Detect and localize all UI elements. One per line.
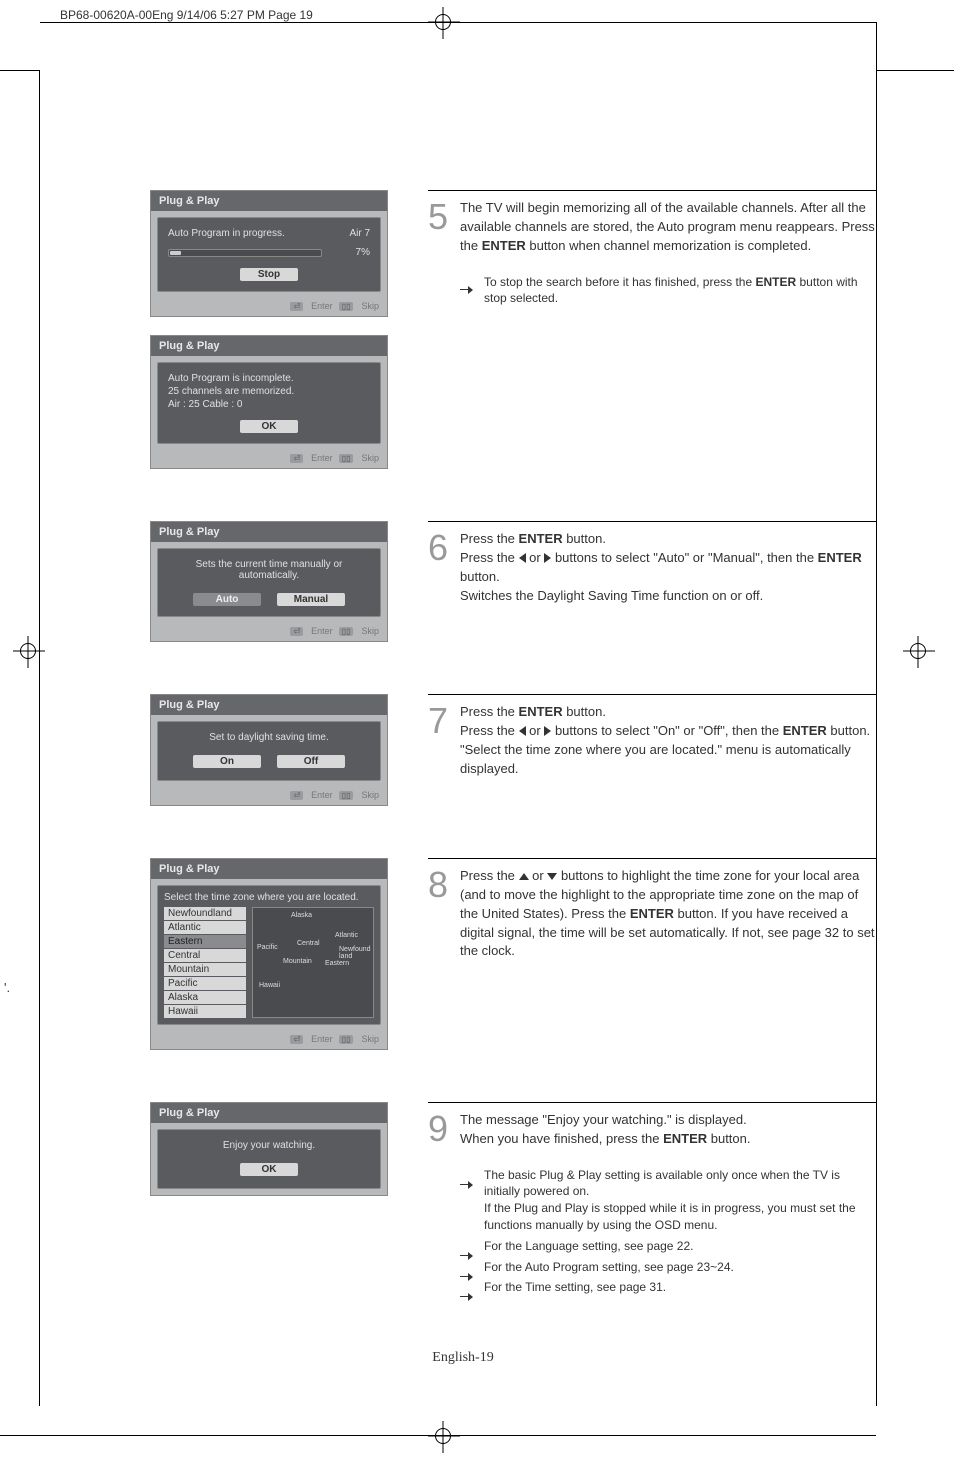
manual-button: Manual [277, 593, 345, 606]
osd-message: Select the time zone where you are locat… [164, 892, 374, 903]
osd-title: Plug & Play [151, 1103, 387, 1123]
osd-title: Plug & Play [151, 336, 387, 356]
osd-footer: ⏎Enter▯▯Skip [151, 298, 387, 316]
tz-item: Alaska [164, 991, 246, 1004]
step-row-7: Plug & Play Set to daylight saving time.… [150, 694, 876, 806]
step-number: 7 [428, 703, 452, 739]
osd-screenshot-5b: Plug & Play Auto Program is incomplete. … [150, 335, 388, 469]
osd-footer: ⏎Enter▯▯Skip [151, 787, 387, 805]
auto-button: Auto [193, 593, 261, 606]
timezone-map: Alaska Pacific Central Atlantic Mountain… [252, 907, 374, 1018]
osd-screenshot-7: Plug & Play Set to daylight saving time.… [150, 694, 388, 806]
step-text: The TV will begin memorizing all of the … [460, 199, 876, 311]
osd-screenshot-6: Plug & Play Sets the current time manual… [150, 521, 388, 642]
osd-message: Sets the current time manually or automa… [168, 559, 370, 581]
page-content: Plug & Play Auto Program in progress. Ai… [50, 190, 876, 1300]
osd-title: Plug & Play [151, 859, 387, 879]
tz-item: Mountain [164, 963, 246, 976]
off-button: Off [277, 755, 345, 768]
osd-line: 25 channels are memorized. [168, 386, 370, 397]
osd-footer: ⏎Enter▯▯Skip [151, 450, 387, 468]
step-number: 5 [428, 199, 452, 235]
osd-channel: Air 7 [330, 228, 370, 241]
osd-title: Plug & Play [151, 695, 387, 715]
stop-button: Stop [240, 268, 298, 281]
step-number: 9 [428, 1111, 452, 1147]
down-arrow-icon [547, 873, 557, 880]
osd-title: Plug & Play [151, 191, 387, 211]
timezone-list: Newfoundland Atlantic Eastern Central Mo… [164, 907, 246, 1018]
osd-title: Plug & Play [151, 522, 387, 542]
osd-line: Auto Program is incomplete. [168, 373, 370, 384]
ok-button: OK [240, 1163, 298, 1176]
osd-line: Air : 25 Cable : 0 [168, 399, 370, 410]
tz-item: Atlantic [164, 921, 246, 934]
crop-mark [0, 1435, 876, 1436]
osd-message: Enjoy your watching. [168, 1140, 370, 1151]
step-row-8: Plug & Play Select the time zone where y… [150, 858, 876, 1050]
up-arrow-icon [519, 873, 529, 880]
tz-item: Hawaii [164, 1005, 246, 1018]
step-text: The message "Enjoy your watching." is di… [460, 1111, 876, 1300]
osd-message: Set to daylight saving time. [168, 732, 370, 743]
on-button: On [193, 755, 261, 768]
step-row-5: Plug & Play Auto Program in progress. Ai… [150, 190, 876, 469]
step-row-6: Plug & Play Sets the current time manual… [150, 521, 876, 642]
ok-button: OK [240, 420, 298, 433]
osd-screenshot-9: Plug & Play Enjoy your watching. OK [150, 1102, 388, 1196]
footnote-list: The basic Plug & Play setting is availab… [460, 1167, 876, 1297]
tz-item-selected: Eastern [164, 935, 246, 948]
step-text: Press the or buttons to highlight the ti… [460, 867, 876, 971]
osd-footer: ⏎Enter▯▯Skip [151, 1031, 387, 1049]
step-row-9: Plug & Play Enjoy your watching. OK 9 Th… [150, 1102, 876, 1300]
osd-screenshot-5a: Plug & Play Auto Program in progress. Ai… [150, 190, 388, 317]
tz-item: Newfoundland [164, 907, 246, 920]
step-text: Press the ENTER button. Press the or but… [460, 530, 876, 615]
osd-percent: 7% [330, 247, 370, 258]
step-text: Press the ENTER button. Press the or but… [460, 703, 876, 788]
tz-item: Central [164, 949, 246, 962]
left-arrow-icon [519, 726, 526, 736]
page-footer: English-19 [50, 1350, 876, 1366]
progress-bar [168, 249, 322, 257]
osd-footer: ⏎Enter▯▯Skip [151, 623, 387, 641]
tz-item: Pacific [164, 977, 246, 990]
osd-screenshot-8: Plug & Play Select the time zone where y… [150, 858, 388, 1050]
step-number: 6 [428, 530, 452, 566]
left-arrow-icon [519, 553, 526, 563]
osd-message: Auto Program in progress. [168, 228, 285, 239]
step-number: 8 [428, 867, 452, 903]
